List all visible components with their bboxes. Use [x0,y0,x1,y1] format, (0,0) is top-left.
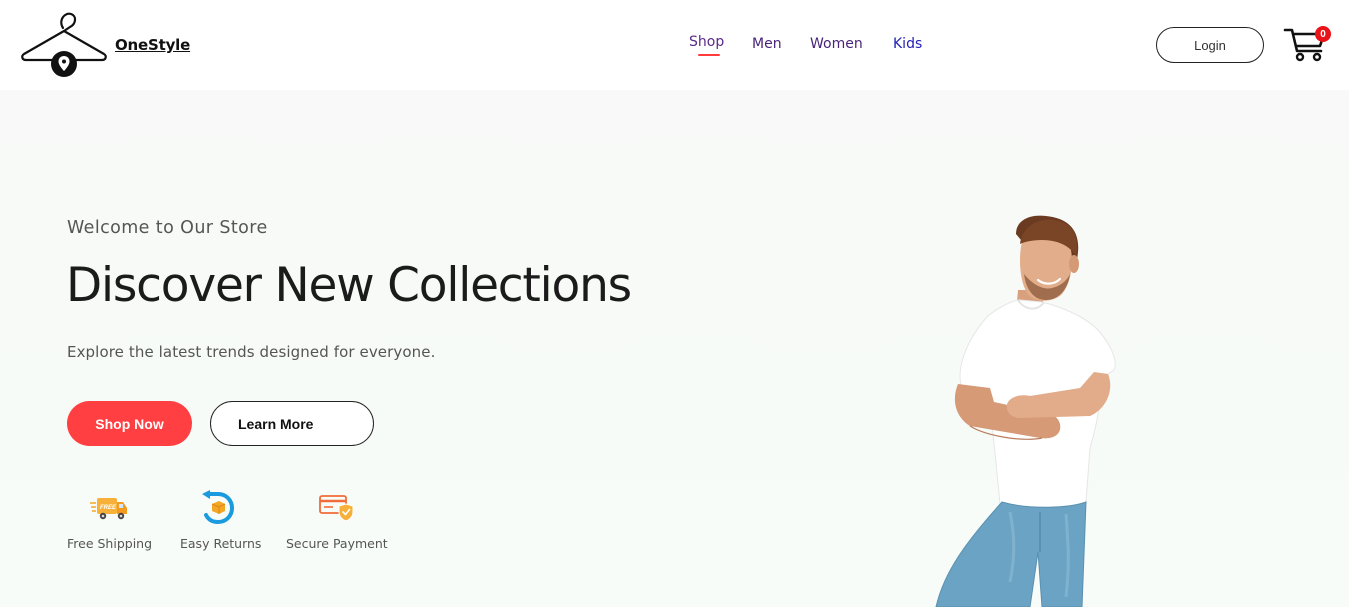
feature-label: Secure Payment [286,536,388,551]
cart-count-badge: 0 [1315,26,1331,42]
site-header: OneStyle Shop Men Women Kids Login 0 [0,0,1349,90]
brand-logo[interactable]: OneStyle [20,10,190,80]
hero-headline: Discover New Collections [66,258,632,313]
nav-active-indicator [698,54,720,56]
shop-now-button[interactable]: Shop Now [67,401,192,446]
feature-easy-returns: Easy Returns [180,490,270,560]
secure-card-icon [319,495,354,522]
hero-section: Welcome to Our Store Discover New Collec… [0,90,1349,607]
svg-text:FREE: FREE [100,505,117,511]
login-button[interactable]: Login [1156,27,1264,63]
nav-item-women[interactable]: Women [810,36,863,52]
learn-more-button[interactable]: Learn More [210,401,374,446]
feature-secure-payment: Secure Payment [286,490,396,560]
feature-free-shipping: FREE Free Shipping [67,490,167,560]
nav-item-shop[interactable]: Shop [689,34,724,50]
feature-label: Easy Returns [180,536,262,551]
return-arrow-icon [202,490,235,525]
hero-welcome-text: Welcome to Our Store [67,218,268,238]
hero-model-image [935,215,1116,607]
delivery-truck-icon: FREE [90,498,127,520]
feature-label: Free Shipping [67,536,153,551]
brand-name: OneStyle [115,36,191,54]
nav-item-kids[interactable]: Kids [893,36,922,52]
nav-item-men[interactable]: Men [752,36,782,52]
hero-subtitle: Explore the latest trends designed for e… [67,343,436,361]
hanger-location-icon [21,12,107,77]
